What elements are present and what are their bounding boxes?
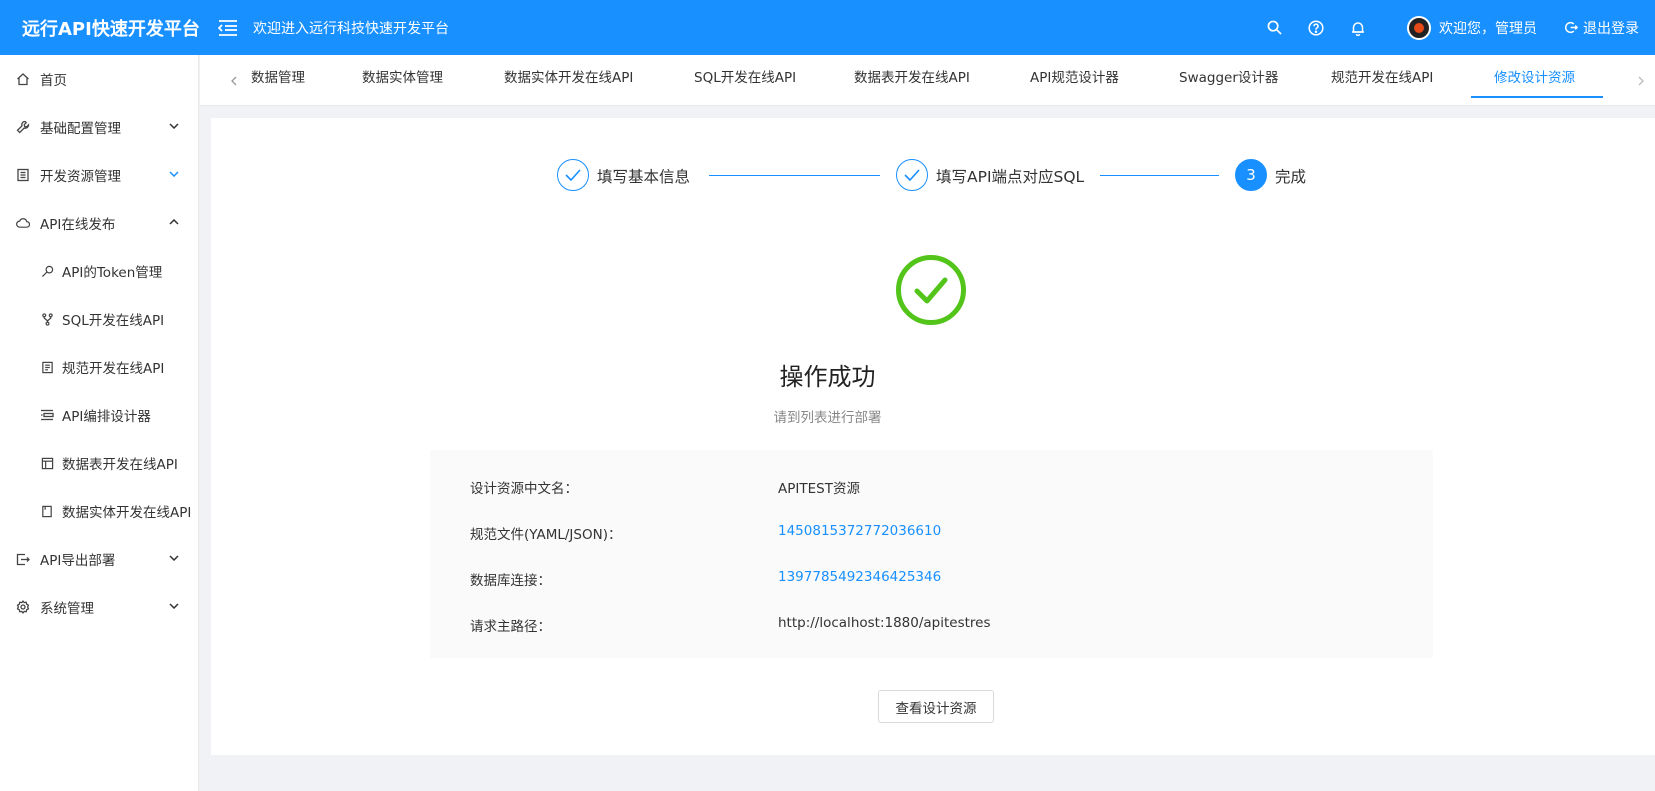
sidebar-item-dev-resources[interactable]: 开发资源管理 <box>0 151 198 199</box>
chevron-up-icon <box>168 216 180 228</box>
sidebar-item-home[interactable]: 首页 <box>0 55 198 103</box>
tab-api-spec-designer[interactable]: API规范设计器 <box>1030 55 1119 106</box>
tab-sql-api[interactable]: SQL开发在线API <box>694 55 796 106</box>
help-icon[interactable] <box>1307 19 1325 37</box>
sidebar-item-api-export[interactable]: API导出部署 <box>0 535 198 583</box>
sidebar-item-label: API的Token管理 <box>62 265 163 281</box>
sidebar-item-entity-api[interactable]: 数据实体开发在线API <box>0 487 198 535</box>
export-icon <box>16 552 30 566</box>
detail-label-db-connection: 数据库连接： <box>470 573 551 589</box>
search-icon[interactable] <box>1265 19 1283 37</box>
sidebar-item-label: 系统管理 <box>40 601 94 617</box>
home-icon <box>16 72 30 86</box>
chevron-down-icon <box>168 552 180 564</box>
tab-entity-api[interactable]: 数据实体开发在线API <box>504 55 633 106</box>
menu-toggle-icon[interactable] <box>217 18 239 38</box>
step-2-check-icon <box>896 159 928 191</box>
sidebar-item-label: 基础配置管理 <box>40 121 121 137</box>
result-subtitle: 请到列表进行部署 <box>773 410 882 426</box>
bell-icon[interactable] <box>1349 19 1367 37</box>
fork-icon <box>40 312 54 326</box>
sidebar-item-table-api[interactable]: 数据表开发在线API <box>0 439 198 487</box>
sidebar-item-basic-config[interactable]: 基础配置管理 <box>0 103 198 151</box>
logout-label: 退出登录 <box>1583 20 1639 37</box>
detail-label-base-path: 请求主路径： <box>470 619 551 635</box>
detail-link-db-connection[interactable]: 1397785492346425346 <box>778 569 941 585</box>
sidebar-item-label: SQL开发在线API <box>62 313 165 329</box>
step-connector-1 <box>709 175 880 176</box>
step-1-label: 填写基本信息 <box>597 168 691 186</box>
view-design-resource-button[interactable]: 查看设计资源 <box>878 690 994 723</box>
table-icon <box>40 456 54 470</box>
user-greeting: 欢迎您，管理员 <box>1439 20 1537 37</box>
detail-value-resource-name: APITEST资源 <box>778 481 860 497</box>
sidebar-item-api-token[interactable]: API的Token管理 <box>0 247 198 295</box>
chevron-down-icon <box>168 120 180 132</box>
step-3-label: 完成 <box>1275 168 1307 186</box>
cloud-icon <box>16 216 30 230</box>
sidebar-item-system[interactable]: 系统管理 <box>0 583 198 631</box>
success-check-icon <box>896 255 966 325</box>
welcome-text: 欢迎进入远行科技快速开发平台 <box>253 20 449 37</box>
sidebar-item-label: API在线发布 <box>40 217 116 233</box>
gear-icon <box>16 600 30 614</box>
detail-label-spec-file: 规范文件(YAML/JSON)： <box>470 527 622 543</box>
sidebar-item-label: 数据实体开发在线API <box>62 505 192 521</box>
detail-value-base-path: http://localhost:1880/apitestres <box>778 615 991 631</box>
logout-icon <box>1565 21 1578 34</box>
step-3-number: 3 <box>1235 159 1267 191</box>
sidebar-item-label: 数据表开发在线API <box>62 457 178 473</box>
logout-button[interactable]: 退出登录 <box>1565 18 1639 38</box>
tab-table-api[interactable]: 数据表开发在线API <box>854 55 970 106</box>
sidebar-item-label: API导出部署 <box>40 553 116 569</box>
sidebar-item-label: 首页 <box>40 73 67 89</box>
sidebar-item-sql-api[interactable]: SQL开发在线API <box>0 295 198 343</box>
sidebar-item-label: 开发资源管理 <box>40 169 121 185</box>
detail-label-resource-name: 设计资源中文名： <box>470 481 578 497</box>
tab-scroll-left-icon[interactable] <box>220 55 248 106</box>
wrench-icon <box>16 120 30 134</box>
step-connector-2 <box>1100 175 1219 176</box>
step-1-check-icon <box>557 159 589 191</box>
key-icon <box>40 264 54 278</box>
tab-data-manage[interactable]: 数据管理 <box>251 55 305 106</box>
chevron-down-icon <box>168 600 180 612</box>
detail-link-spec-file[interactable]: 1450815372772036610 <box>778 523 941 539</box>
top-header: 远行API快速开发平台 欢迎进入远行科技快速开发平台 欢迎您，管理员 退出登录 <box>0 0 1655 55</box>
result-title: 操作成功 <box>779 363 876 391</box>
tab-entity-manage[interactable]: 数据实体管理 <box>362 55 443 106</box>
chevron-down-icon <box>168 168 180 180</box>
tab-spec-api[interactable]: 规范开发在线API <box>1331 55 1433 106</box>
sidebar-item-api-publish[interactable]: API在线发布 <box>0 199 198 247</box>
tab-swagger-designer[interactable]: Swagger设计器 <box>1179 55 1278 106</box>
tabs-bar: 数据管理 数据实体管理 数据实体开发在线API SQL开发在线API 数据表开发… <box>200 55 1655 106</box>
tab-edit-design-resource[interactable]: 修改设计资源 <box>1494 55 1575 106</box>
tab-scroll-right-icon[interactable] <box>1627 55 1655 106</box>
step-2-label: 填写API端点对应SQL <box>936 168 1085 186</box>
app-brand: 远行API快速开发平台 <box>22 18 200 40</box>
file-icon <box>40 504 54 518</box>
book-icon <box>16 168 30 182</box>
avatar[interactable] <box>1407 15 1431 40</box>
content-card <box>211 118 1655 755</box>
active-tab-indicator <box>1471 96 1603 98</box>
